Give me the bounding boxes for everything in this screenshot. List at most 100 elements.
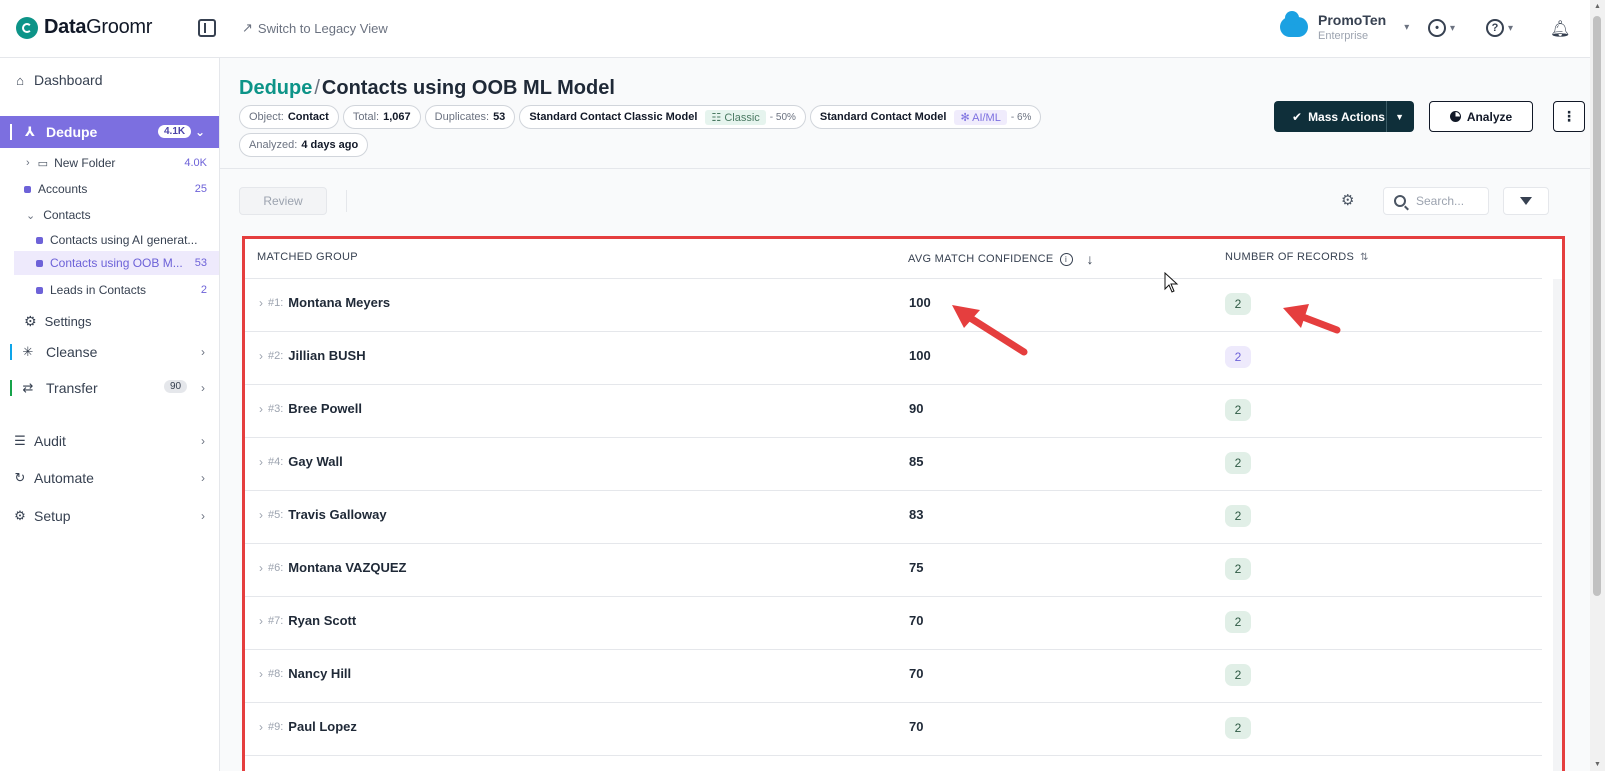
group-name[interactable]: Montana VAZQUEZ [288, 560, 406, 575]
avg-confidence-cell: 100 [909, 295, 931, 310]
records-count-badge[interactable]: 2 [1225, 558, 1251, 580]
group-name[interactable]: Jillian BUSH [288, 348, 365, 363]
sidebar-item-setup[interactable]: ⚙ Setup › [0, 504, 219, 528]
sidebar-item-contacts-oob[interactable]: Contacts using OOB M... 53 [14, 251, 219, 275]
chevron-down-icon[interactable]: ⌄ [195, 125, 205, 139]
table-row[interactable]: › #7: Ryan Scott 70 2 [245, 597, 1542, 650]
help-circle-icon: ? [1486, 19, 1504, 37]
chip-ai-model[interactable]: Standard Contact Model ✻ AI/ML - 6% [809, 105, 1042, 129]
mass-actions-button[interactable]: ✔ Mass Actions ▼ [1274, 101, 1414, 132]
user-menu-button[interactable]: • ▾ [1428, 19, 1455, 37]
sidebar-item-audit[interactable]: ☰ Audit › [0, 429, 219, 453]
table-row[interactable]: › #4: Gay Wall 85 2 [245, 438, 1542, 491]
ai-model-tag: ✻ AI/ML [954, 109, 1007, 125]
header-number-of-records[interactable]: NUMBER OF RECORDS ⇅ [1225, 251, 1369, 263]
chevron-down-icon[interactable]: ⌄ [26, 209, 35, 222]
sidebar-item-dedupe[interactable]: ⅄ Dedupe 4.1K ⌄ [0, 116, 219, 148]
app-logo[interactable]: DataGroomr [16, 16, 152, 39]
group-name[interactable]: Paul Lopez [288, 719, 357, 734]
matched-group-cell: › #1: Montana Meyers [259, 295, 390, 310]
avg-confidence-cell: 75 [909, 560, 924, 575]
caret-down-icon[interactable]: ▼ [1395, 112, 1404, 122]
records-count-badge[interactable]: 2 [1225, 717, 1251, 739]
more-options-button[interactable]: ⋮ [1553, 101, 1585, 132]
sidebar-item-label: Leads in Contacts [50, 283, 147, 297]
scroll-up-icon[interactable]: ▲ [1594, 3, 1601, 10]
records-count-badge[interactable]: 2 [1225, 611, 1251, 633]
expand-chevron-icon[interactable]: › [259, 720, 263, 734]
expand-chevron-icon[interactable]: › [259, 349, 263, 363]
breadcrumb-dedupe-link[interactable]: Dedupe [239, 77, 312, 99]
expand-chevron-icon[interactable]: › [259, 508, 263, 522]
records-count-badge[interactable]: 2 [1225, 293, 1251, 315]
avg-confidence-cell: 83 [909, 507, 924, 522]
group-name[interactable]: Bree Powell [288, 401, 362, 416]
filter-button[interactable] [1503, 187, 1549, 215]
group-name[interactable]: Gay Wall [288, 454, 342, 469]
expand-chevron-icon[interactable]: › [259, 561, 263, 575]
group-number: #1: [268, 296, 284, 309]
sidebar-item-automate[interactable]: ↻ Automate › [0, 466, 219, 490]
expand-chevron-icon[interactable]: › [259, 455, 263, 469]
group-name[interactable]: Montana Meyers [288, 295, 390, 310]
table-settings-icon[interactable]: ⚙ [1341, 191, 1354, 209]
info-icon[interactable]: i [1059, 252, 1073, 266]
sidebar-item-contacts-ai[interactable]: Contacts using AI generat... [36, 230, 219, 250]
group-number: #8: [268, 667, 284, 680]
records-count-badge[interactable]: 2 [1225, 664, 1251, 686]
chevron-right-icon[interactable]: › [26, 157, 30, 169]
sidebar-item-leads[interactable]: Leads in Contacts 2 [36, 280, 219, 300]
review-button[interactable]: Review [239, 187, 327, 215]
sidebar-item-cleanse[interactable]: ✳ Cleanse › [0, 340, 219, 364]
matched-group-cell: › #5: Travis Galloway [259, 507, 387, 522]
expand-chevron-icon[interactable]: › [259, 614, 263, 628]
sidebar-toggle-icon[interactable] [198, 19, 216, 37]
analyze-button[interactable]: Analyze [1429, 101, 1533, 132]
chip-classic-model[interactable]: Standard Contact Classic Model ☷ Classic -… [519, 105, 806, 129]
sort-toggle-icon[interactable]: ⇅ [1360, 252, 1369, 263]
chip-duplicates: Duplicates: 53 [424, 105, 516, 129]
matched-group-cell: › #8: Nancy Hill [259, 666, 351, 681]
header-avg-confidence[interactable]: AVG MATCH CONFIDENCE i ↓ [908, 251, 1094, 267]
notifications-button[interactable]: 🔔︎ [1550, 19, 1570, 39]
sidebar-item-settings[interactable]: ⚙ Settings [24, 311, 219, 331]
list-dot-icon [36, 259, 43, 267]
table-row[interactable]: › #6: Montana VAZQUEZ 75 2 [245, 544, 1542, 597]
scroll-down-icon[interactable]: ▼ [1594, 761, 1601, 768]
table-scrollbar[interactable] [1553, 279, 1562, 771]
scrollbar-thumb[interactable] [1593, 16, 1601, 596]
logo-text-bold: Data [44, 16, 87, 38]
org-switcher[interactable]: PromoTen Enterprise ▾ [1280, 11, 1409, 42]
table-row[interactable]: › #8: Nancy Hill 70 2 [245, 650, 1542, 703]
records-count-badge[interactable]: 2 [1225, 399, 1251, 421]
table-row[interactable]: › #2: Jillian BUSH 100 2 [245, 332, 1542, 385]
help-menu-button[interactable]: ? ▾ [1486, 19, 1513, 37]
table-row[interactable]: › #9: Paul Lopez 70 2 [245, 703, 1542, 756]
sidebar-group-contacts[interactable]: ⌄ Contacts [26, 205, 219, 225]
group-name[interactable]: Ryan Scott [288, 613, 356, 628]
sidebar-item-transfer[interactable]: ⇄ Transfer 90 › [0, 376, 219, 400]
table-row[interactable]: › #5: Travis Galloway 83 2 [245, 491, 1542, 544]
sliders-icon: ☷ [711, 111, 722, 124]
sort-descending-icon[interactable]: ↓ [1087, 251, 1094, 267]
sidebar-item-dashboard[interactable]: ⌂ Dashboard [0, 68, 219, 92]
records-count-badge[interactable]: 2 [1225, 505, 1251, 527]
group-name[interactable]: Nancy Hill [288, 666, 351, 681]
records-count-badge[interactable]: 2 [1225, 346, 1251, 368]
records-count-badge[interactable]: 2 [1225, 452, 1251, 474]
filter-funnel-icon [1520, 197, 1532, 205]
sidebar-item-label: Accounts [38, 182, 88, 196]
table-row[interactable]: › #3: Bree Powell 90 2 [245, 385, 1542, 438]
group-name[interactable]: Travis Galloway [288, 507, 386, 522]
switch-legacy-link[interactable]: ↗ Switch to Legacy View [242, 20, 388, 36]
avg-confidence-cell: 90 [909, 401, 924, 416]
page-scrollbar[interactable]: ▲ ▼ [1590, 0, 1605, 771]
search-input[interactable]: Search... [1383, 187, 1489, 215]
header-matched-group[interactable]: MATCHED GROUP [257, 251, 358, 263]
expand-chevron-icon[interactable]: › [259, 667, 263, 681]
folder-new-folder[interactable]: › ▭ New Folder 4.0K [26, 153, 219, 173]
expand-chevron-icon[interactable]: › [259, 402, 263, 416]
expand-chevron-icon[interactable]: › [259, 296, 263, 310]
sidebar-item-accounts[interactable]: Accounts 25 [24, 179, 219, 199]
table-row[interactable]: › #1: Montana Meyers 100 2 [245, 279, 1542, 332]
